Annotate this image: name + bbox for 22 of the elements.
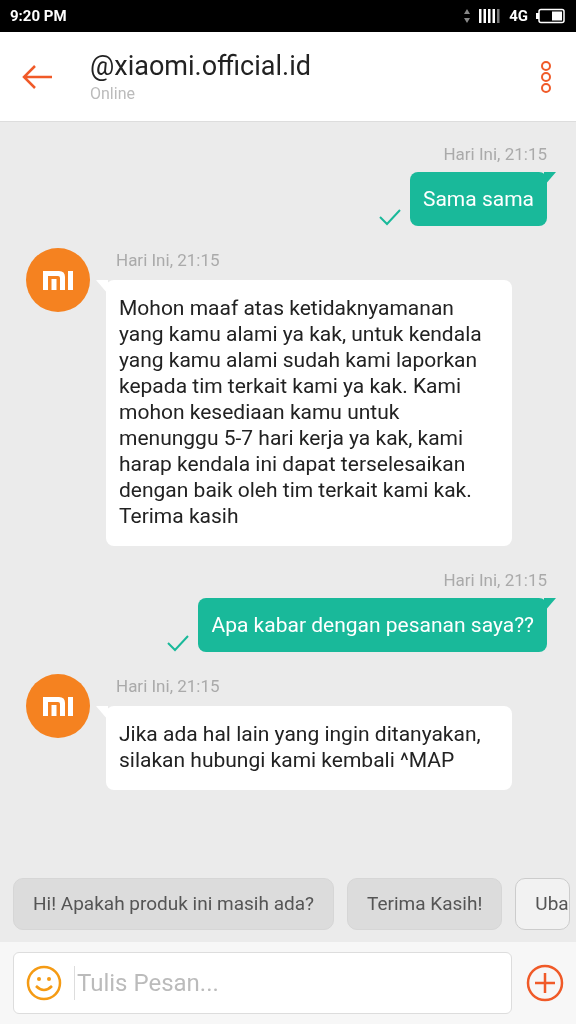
brand-logo-icon: [26, 674, 90, 738]
message-time: Hari Ini, 21:15: [116, 249, 221, 272]
status-time: 9:20 PM: [10, 5, 67, 27]
battery-icon: [536, 8, 566, 24]
message-time: Hari Ini, 21:15: [116, 675, 221, 698]
add-button[interactable]: [526, 964, 564, 1002]
data-arrows-icon: [463, 8, 472, 24]
quick-reply-chip[interactable]: Hi! Apakah produk ini masih ada?: [13, 878, 335, 930]
message-time: Hari Ini, 21:15: [443, 569, 547, 592]
emoji-icon[interactable]: [26, 965, 62, 1001]
signal-icon: [479, 8, 502, 24]
more-options-icon: [540, 59, 552, 94]
message-time: Hari Ini, 21:15: [443, 143, 547, 166]
add-icon: [526, 964, 564, 1002]
back-arrow-icon: [22, 63, 54, 90]
quick-reply-chip[interactable]: Terima Kasih!: [347, 878, 503, 930]
brand-logo-icon: [26, 248, 90, 312]
online-status: Online: [90, 82, 136, 105]
message-field[interactable]: Tulis Pesan...: [13, 952, 512, 1014]
quick-reply-chip[interactable]: Uba: [515, 878, 570, 930]
chat-title: @xiaomi.official.id: [90, 48, 312, 83]
network-type: 4G: [509, 5, 528, 27]
